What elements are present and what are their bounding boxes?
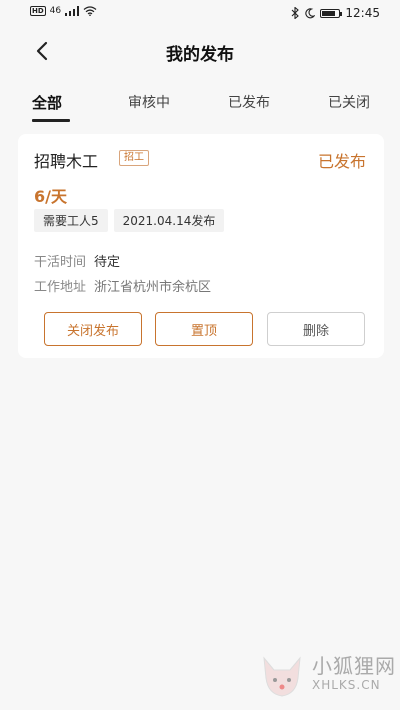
- tab-under-review[interactable]: 审核中: [128, 92, 170, 112]
- hd-badge: HD: [30, 6, 46, 16]
- status-left: HD 46: [30, 6, 97, 16]
- tab-bar: 全部 审核中 已发布 已关闭: [0, 88, 400, 126]
- post-wage: 6/天: [34, 187, 67, 206]
- pin-post-button[interactable]: 置顶: [155, 312, 253, 346]
- bluetooth-icon: [292, 7, 300, 19]
- work-time-label: 干活时间: [34, 255, 87, 270]
- fox-logo-icon: [263, 656, 301, 697]
- tab-closed[interactable]: 已关闭: [328, 92, 370, 112]
- status-right: 12:45: [291, 6, 380, 20]
- tab-published[interactable]: 已发布: [228, 92, 270, 112]
- tab-active-indicator: [32, 119, 70, 122]
- battery-icon: [320, 8, 343, 18]
- page-title: 我的发布: [166, 45, 234, 65]
- post-title: 招聘木工: [34, 152, 99, 171]
- watermark-text-en: XHLKS.CN: [312, 678, 381, 692]
- tab-all[interactable]: 全部: [32, 92, 62, 113]
- post-status: 已发布: [317, 152, 366, 171]
- delete-post-button[interactable]: 删除: [267, 312, 365, 346]
- battery-level: [322, 10, 336, 16]
- work-time-value: 待定: [94, 255, 121, 270]
- header: 我的发布: [0, 30, 400, 72]
- status-bar: HD 46 12:45: [0, 0, 400, 26]
- workers-needed-chip: 需要工人5: [34, 209, 108, 232]
- signal-label: 46: [49, 6, 62, 16]
- post-chips: 需要工人5 2021.04.14发布: [34, 209, 225, 232]
- signal-icon: [65, 6, 80, 16]
- publish-date-chip: 2021.04.14发布: [113, 209, 225, 232]
- address-label: 工作地址: [34, 280, 87, 295]
- watermark-text-cn: 小狐狸网: [312, 654, 396, 678]
- address-value: 浙江省杭州市余杭区: [94, 280, 212, 295]
- moon-icon: [305, 7, 316, 18]
- clock: 12:45: [345, 6, 380, 20]
- post-card[interactable]: 招聘木工 招工 已发布 6/天 需要工人5 2021.04.14发布 干活时间 …: [18, 134, 384, 358]
- close-post-button[interactable]: 关闭发布: [44, 312, 142, 346]
- watermark: 小狐狸网 XHLKS.CN: [256, 646, 396, 702]
- post-type-tag: 招工: [119, 150, 149, 166]
- wifi-icon: [83, 6, 97, 16]
- address-row: 工作地址 浙江省杭州市余杭区: [34, 276, 211, 295]
- work-time-row: 干活时间 待定: [34, 251, 120, 270]
